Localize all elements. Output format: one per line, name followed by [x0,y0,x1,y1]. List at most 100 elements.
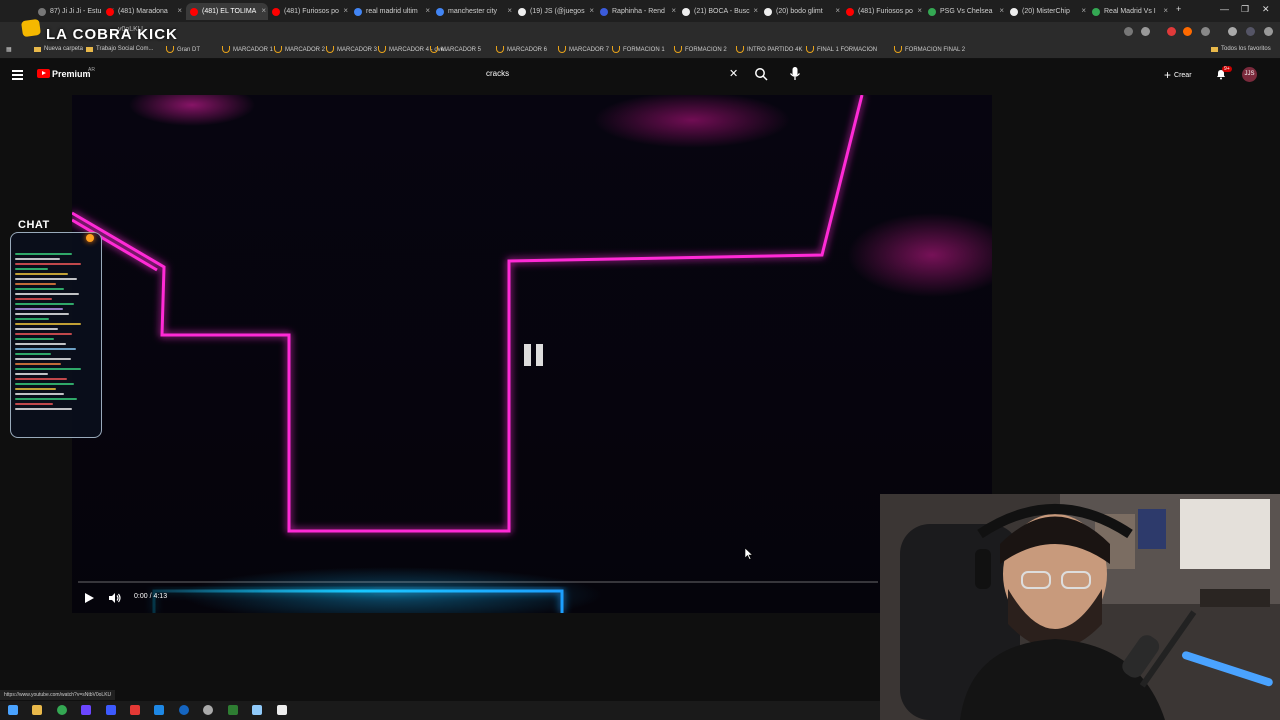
new-tab-button[interactable]: + [1176,4,1181,14]
bookmark-item[interactable]: FORMACION FINAL 2 [894,46,965,53]
avatar[interactable]: JJS [1242,67,1257,82]
tab-close-icon[interactable]: × [507,6,512,15]
browser-tab[interactable]: (21) BOCA - Busc × [678,3,760,20]
extension-icon[interactable] [1183,27,1192,36]
bookmark-label: FORMACION FINAL 2 [905,46,966,53]
tab-close-icon[interactable]: × [671,6,676,15]
tab-close-icon[interactable]: × [343,6,348,15]
cast-icon[interactable] [1124,27,1133,36]
bookmark-item[interactable]: FINAL 1 FORMACION [806,46,877,53]
app-icon[interactable] [81,705,91,715]
downloads-icon[interactable] [1228,27,1237,36]
os-taskbar [0,701,880,720]
bookmark-item[interactable]: FORMACION 2 [674,46,727,53]
tab-close-icon[interactable]: × [917,6,922,15]
chat-title: CHAT [18,219,50,231]
app-icon[interactable] [252,705,262,715]
app-icon[interactable] [130,705,140,715]
profile-icon[interactable] [1246,27,1255,36]
menu-icon[interactable] [12,70,23,80]
progress-bar[interactable] [78,581,878,583]
maximize-icon[interactable]: ❐ [1241,4,1249,15]
clear-search-icon[interactable]: ✕ [729,67,738,80]
browser-tab[interactable]: real madrid ultim × [350,3,432,20]
browser-tab[interactable]: Real Madrid Vs I × [1088,3,1170,20]
app-icon[interactable] [203,705,213,715]
tab-title: (481) Maradona [118,8,168,15]
bookmark-item[interactable]: Gran DT [166,46,200,53]
youtube-logo-icon[interactable] [37,69,50,78]
tab-close-icon[interactable]: × [1081,6,1086,15]
notifications-count-badge: 9+ [1222,66,1232,72]
volume-icon[interactable] [108,592,122,604]
bookmark-item[interactable]: MARCADOR 1 [222,46,273,53]
tab-close-icon[interactable]: × [589,6,594,15]
tab-favicon-icon [436,7,444,16]
microphone-icon[interactable] [788,66,802,82]
bookmark-item[interactable]: Trabajo Social Com... [86,46,153,52]
bookmark-item[interactable]: MARCADOR 6 [496,46,547,53]
browser-tab-strip: 87) Ji Ji Ji - Estu×(481) Maradona×(481)… [0,0,1280,22]
browser-tab[interactable]: (19) JS (@juegos × [514,3,596,20]
bookmark-item[interactable]: MARCADOR 7 [558,46,609,53]
chrome-icon[interactable] [57,705,67,715]
bookmark-item[interactable]: Nueva carpeta [34,46,83,52]
chat-message-line [15,343,66,345]
youtube-premium-logo[interactable]: Premium [52,69,91,79]
chat-message-line [15,388,56,390]
app-icon[interactable] [277,705,287,715]
tab-title: Raphinha - Rend [612,8,665,15]
tab-close-icon[interactable]: × [999,6,1004,15]
tab-close-icon[interactable]: × [835,6,840,15]
tab-favicon-icon [272,7,280,16]
tab-close-icon[interactable]: × [177,6,182,15]
telegram-icon[interactable] [154,705,164,715]
app-icon[interactable] [179,705,189,715]
browser-menu-icon[interactable] [1264,27,1273,36]
window-close-icon[interactable]: ✕ [1262,4,1270,15]
bookmark-icon [736,46,744,53]
tab-close-icon[interactable]: × [753,6,758,15]
app-icon[interactable] [106,705,116,715]
apps-grid-icon[interactable]: ▦ [6,46,12,53]
create-button[interactable]: + Crear [1164,67,1192,83]
browser-tab[interactable]: (481) Furiosos po × [842,3,924,20]
bookmark-icon [326,46,334,53]
browser-tab[interactable]: (481) Maradona × [102,3,184,20]
browser-tab[interactable]: (481) EL TOLIMA × [186,3,268,20]
search-input[interactable]: cracks ✕ [476,65,748,85]
tab-close-icon[interactable]: × [261,6,266,15]
bookmark-item[interactable]: INTRO PARTIDO 4K [736,46,802,53]
file-explorer-icon[interactable] [32,705,42,715]
bookmark-item[interactable]: MARCADOR 5 [430,46,481,53]
webcam-feed [880,494,1280,720]
tab-close-icon[interactable]: × [1163,6,1168,15]
bookmark-item[interactable]: MARCADOR 3 [326,46,377,53]
browser-tab[interactable]: Raphinha - Rend × [596,3,678,20]
browser-tab[interactable]: PSG Vs Chelsea × [924,3,1006,20]
start-menu-icon[interactable] [8,705,18,715]
video-player[interactable]: 0:00 / 4:13 [72,95,992,613]
browser-tab[interactable]: (481) Furiosos po × [268,3,350,20]
bookmark-item[interactable]: FORMACION 1 [612,46,665,53]
extensions-puzzle-icon[interactable] [1201,27,1210,36]
browser-tab[interactable]: manchester city × [432,3,514,20]
tab-favicon-icon [682,7,690,16]
browser-tab[interactable]: (20) MisterChip × [1006,3,1088,20]
chat-message-line [15,263,81,265]
browser-tab[interactable]: (20) bodo glimt × [760,3,842,20]
youtube-header: Premium AR cracks ✕ + Crear 9+ JJS [0,59,1280,91]
chat-message-line [15,253,73,255]
search-query[interactable]: cracks [486,69,509,78]
search-icon[interactable] [754,67,768,81]
play-icon[interactable] [82,591,96,605]
bookmark-item[interactable]: MARCADOR 2 [274,46,325,53]
tab-close-icon[interactable]: × [425,6,430,15]
pause-icon[interactable] [524,344,546,366]
extension-icon[interactable] [1167,27,1176,36]
bookmark-star-icon[interactable] [1141,27,1150,36]
app-icon[interactable] [228,705,238,715]
minimize-icon[interactable]: — [1220,4,1229,14]
chat-message-line [15,283,56,285]
all-bookmarks[interactable]: Todos los favoritos [1211,46,1271,52]
